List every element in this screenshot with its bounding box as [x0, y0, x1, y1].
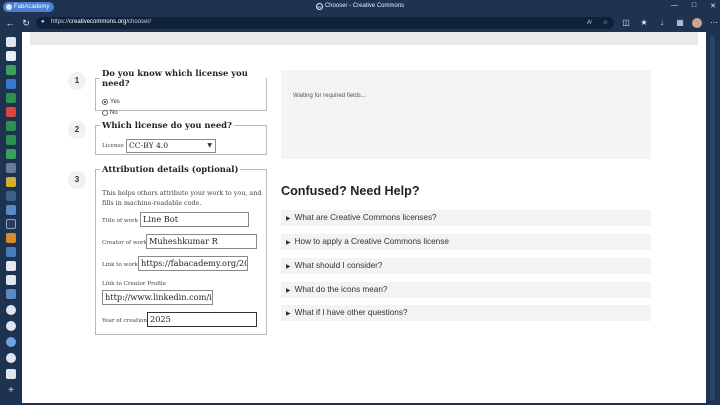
step-3-number: 3	[68, 171, 86, 189]
downloads-icon[interactable]: ↓	[656, 17, 668, 29]
vertical-scrollbar[interactable]	[710, 36, 715, 401]
tab-icon[interactable]	[6, 353, 16, 363]
step-1-title: Do you know which license you need?	[102, 68, 248, 88]
read-aloud-icon[interactable]: A⁽	[587, 19, 592, 26]
radio-no[interactable]: No	[102, 110, 118, 116]
step-1-fieldset: Do you know which license you need? Yes …	[95, 68, 267, 116]
page-viewport: 1 Do you know which license you need? Ye…	[22, 32, 706, 403]
waiting-text: Waiting for required fields...	[293, 93, 366, 99]
tab-icon[interactable]	[6, 289, 16, 299]
triangle-right-icon: ▶	[286, 240, 291, 246]
creator-profile-label: Link to Creator Profile	[102, 281, 166, 287]
radio-no-control[interactable]	[102, 110, 108, 116]
tab-icon[interactable]	[6, 369, 16, 379]
extensions-icon[interactable]: ◫	[620, 17, 632, 29]
license-select-label: License	[102, 143, 124, 149]
creator-field[interactable]: Muheshkumar R	[146, 234, 257, 249]
tab-icon[interactable]	[6, 191, 16, 201]
tab-icon[interactable]	[6, 163, 16, 173]
tab-icon[interactable]	[6, 121, 16, 131]
radio-yes-control[interactable]	[102, 99, 108, 105]
creator-profile-field[interactable]: http://www.linkedin.com/i	[102, 290, 213, 305]
license-result-panel: Waiting for required fields...	[281, 70, 651, 159]
tab-icon[interactable]	[6, 135, 16, 145]
avatar[interactable]	[692, 18, 702, 28]
link-to-work-label: Link to work	[102, 262, 138, 268]
tab-icon[interactable]	[6, 275, 16, 285]
tab-icon[interactable]	[6, 205, 16, 215]
tab-icon[interactable]	[6, 107, 16, 117]
tab-icon[interactable]	[6, 233, 16, 243]
title-bar: FabAcademy cc Chooser - Creative Commons …	[0, 0, 720, 14]
year-field[interactable]: 2025	[147, 312, 257, 327]
faq-item[interactable]: ▶ How to apply a Creative Commons license	[281, 234, 651, 250]
new-tab-icon[interactable]: +	[6, 386, 16, 396]
faq-item[interactable]: ▶ What are Creative Commons licenses?	[281, 210, 651, 226]
creator-label: Creator of work	[102, 240, 148, 246]
maximize-icon[interactable]: □	[692, 2, 696, 10]
lock-icon: ●	[41, 19, 45, 25]
step-1-number: 1	[68, 72, 86, 90]
radio-yes-label: Yes	[110, 99, 120, 105]
step-2-title: Which license do you need?	[102, 120, 232, 130]
favorite-star-icon[interactable]: ☆	[603, 19, 608, 26]
faq-item[interactable]: ▶ What do the icons mean?	[281, 282, 651, 298]
vertical-tabs-sidebar: +	[0, 32, 22, 405]
attribution-help-text: This helps others attribute your work to…	[102, 189, 262, 207]
triangle-right-icon: ▶	[286, 264, 291, 270]
link-to-work-field[interactable]: https://fabacademy.org/20	[138, 256, 248, 271]
url-text: https://creativecommons.org/chooser/	[51, 19, 152, 25]
step-2-fieldset: Which license do you need? License CC-BY…	[95, 120, 267, 155]
step-3-title: Attribution details (optional)	[102, 164, 239, 174]
site-header-strip	[30, 32, 698, 45]
tab-icon[interactable]	[6, 79, 16, 89]
tab-icon[interactable]	[6, 219, 16, 229]
more-menu-icon[interactable]: ⋯	[708, 17, 720, 29]
license-select[interactable]: CC-BY 4.0 ▼	[126, 139, 216, 153]
tab-icon[interactable]	[6, 149, 16, 159]
tab-icon[interactable]	[6, 93, 16, 103]
step-2-number: 2	[68, 121, 86, 139]
tab-icon[interactable]	[6, 177, 16, 187]
radio-yes[interactable]: Yes	[102, 99, 120, 105]
collections-icon[interactable]: ▦	[674, 17, 686, 29]
minimize-icon[interactable]: —	[671, 2, 678, 10]
tab-icon[interactable]	[6, 37, 16, 47]
navigation-bar: ← ↻ ● https://creativecommons.org/choose…	[0, 14, 720, 32]
title-of-work-field[interactable]: Line Bot	[140, 212, 249, 227]
tab-icon[interactable]	[6, 51, 16, 61]
tab-icon[interactable]	[6, 305, 16, 315]
tab-icon[interactable]	[6, 261, 16, 271]
faq-item[interactable]: ▶ What if I have other questions?	[281, 305, 651, 321]
tab-icon[interactable]	[6, 65, 16, 75]
favorites-icon[interactable]: ★	[638, 17, 650, 29]
refresh-icon[interactable]: ↻	[20, 17, 32, 29]
radio-no-label: No	[110, 110, 118, 116]
tab-icon[interactable]	[6, 321, 16, 331]
chevron-down-icon: ▼	[207, 142, 212, 149]
active-tab-icon[interactable]	[6, 337, 16, 347]
faq-item[interactable]: ▶ What should I consider?	[281, 258, 651, 274]
cc-logo-icon: cc	[315, 3, 323, 10]
address-bar[interactable]: ● https://creativecommons.org/chooser/ A…	[36, 17, 614, 29]
year-label: Year of creation	[102, 318, 147, 324]
title-of-work-label: Title of work	[102, 218, 139, 224]
tab-icon[interactable]	[6, 247, 16, 257]
right-edge-strip	[706, 32, 720, 405]
close-icon[interactable]: ✕	[710, 2, 716, 10]
step-3-fieldset: Attribution details (optional) This help…	[95, 164, 267, 335]
triangle-right-icon: ▶	[286, 311, 291, 317]
help-title: Confused? Need Help?	[281, 184, 420, 198]
window-title: cc Chooser - Creative Commons	[315, 3, 405, 10]
triangle-right-icon: ▶	[286, 288, 291, 294]
triangle-right-icon: ▶	[286, 216, 291, 222]
back-icon[interactable]: ←	[4, 17, 16, 29]
